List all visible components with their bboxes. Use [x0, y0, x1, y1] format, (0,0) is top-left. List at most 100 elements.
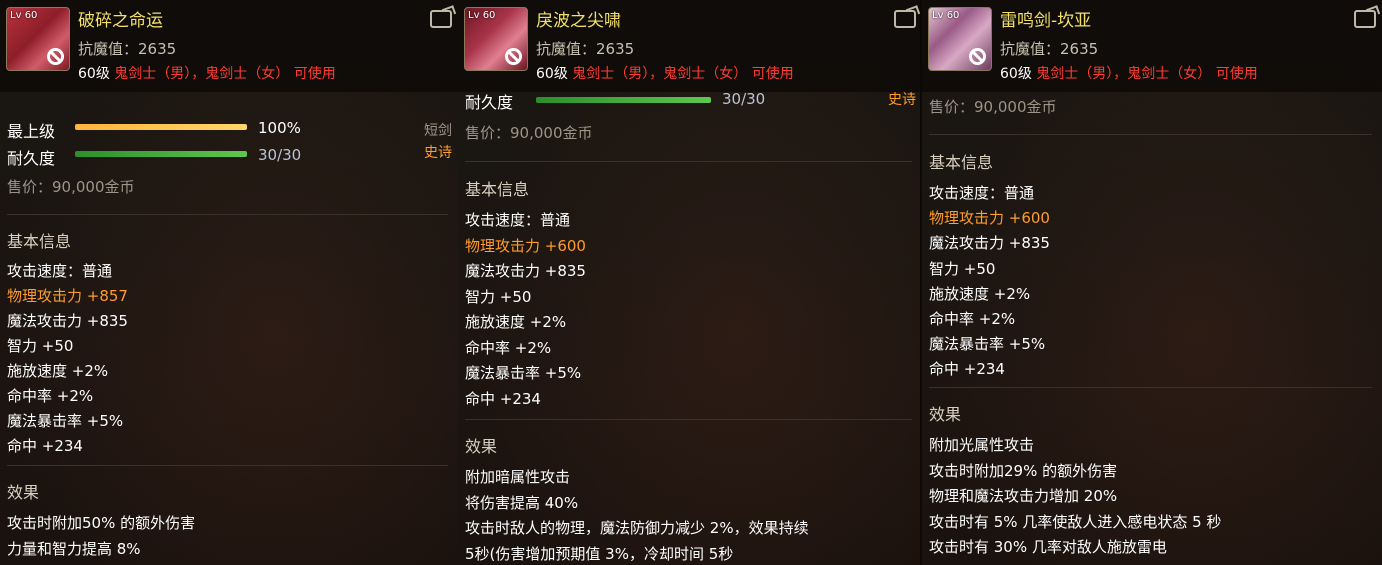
- level-prefix: Lv: [932, 10, 944, 21]
- prohibited-icon: [505, 48, 522, 65]
- basic-info-title: 基本信息: [7, 232, 72, 251]
- item-tooltip-panel-2: Lv 60 戾波之尖啸 抗魔值：2635 60级 鬼剑士（男），鬼剑士（女） 可…: [458, 0, 922, 565]
- effect-line: 攻击时敌人的物理，魔法防御力减少 2%，效果持续: [465, 519, 809, 537]
- weapon-type: 短剑: [424, 123, 452, 139]
- item-tooltip-panel-3: Lv 60 雷鸣剑-坎亚 抗魔值：2635 60级 鬼剑士（男），鬼剑士（女） …: [922, 0, 1382, 565]
- rarity-label: 史诗: [888, 92, 916, 108]
- share-icon[interactable]: [430, 10, 452, 28]
- stat-line: 攻击速度：普通: [465, 211, 571, 229]
- item-title: 戾波之尖啸: [536, 11, 621, 31]
- anti-magic-value: 抗魔值：2635: [536, 40, 635, 58]
- item-tooltip-comparison: Lv 60 破碎之命运 抗魔值：2635 60级 鬼剑士（男），鬼剑士（女） 可…: [0, 0, 1382, 565]
- basic-info-title: 基本信息: [465, 180, 530, 199]
- level-tag: Lv 60: [932, 10, 959, 21]
- stat-line: 魔法暴击率 +5%: [929, 335, 1046, 354]
- stat-line: 命中率 +2%: [465, 338, 552, 357]
- anti-magic-value: 抗魔值：2635: [78, 40, 177, 58]
- required-level: 60级: [78, 66, 110, 82]
- durability-label: 耐久度: [465, 93, 514, 112]
- divider: [465, 419, 912, 420]
- weapon-icon[interactable]: Lv 60: [928, 7, 992, 71]
- item-body: 最上级 100% 短剑 耐久度 30/30 史诗 售价：90,000金币 基本信…: [0, 92, 458, 565]
- durability-bar: [75, 151, 247, 157]
- usage-requirement: 60级 鬼剑士（男），鬼剑士（女） 可使用: [536, 63, 794, 83]
- effect-line: 附加暗属性攻击: [465, 468, 571, 486]
- stat-line: 智力 +50: [7, 337, 74, 355]
- level-tag: Lv 60: [10, 10, 37, 21]
- item-title: 雷鸣剑-坎亚: [1000, 11, 1092, 31]
- item-body: 耐久度 30/30 史诗 售价：90,000金币 基本信息 攻击速度：普通 物理攻…: [458, 90, 922, 565]
- divider: [7, 214, 448, 215]
- item-header: Lv 60 雷鸣剑-坎亚 抗魔值：2635 60级 鬼剑士（男），鬼剑士（女） …: [922, 0, 1382, 92]
- weapon-icon[interactable]: Lv 60: [464, 7, 528, 71]
- stat-line: 施放速度 +2%: [7, 362, 109, 380]
- stat-line: 命中 +234: [465, 389, 541, 408]
- level-value: 60: [482, 10, 496, 21]
- level-value: 60: [24, 10, 38, 21]
- grade-label: 最上级: [7, 122, 56, 141]
- item-title: 破碎之命运: [78, 11, 163, 31]
- effect-line: 5秒(伤害增加预期值 3%，冷却时间 5秒: [465, 544, 734, 563]
- sell-price: 售价：90,000金币: [465, 124, 593, 142]
- prohibited-icon: [47, 48, 64, 65]
- effect-title: 效果: [465, 437, 498, 456]
- usage-requirement: 60级 鬼剑士（男），鬼剑士（女） 可使用: [1000, 63, 1258, 83]
- stat-line: 魔法攻击力 +835: [929, 234, 1050, 253]
- effect-line: 将伤害提高 40%: [465, 493, 579, 512]
- item-body: 售价：90,000金币 基本信息 攻击速度：普通 物理攻击力 +600 魔法攻击力 …: [922, 92, 1382, 565]
- prohibited-icon: [969, 48, 986, 65]
- basic-info-title: 基本信息: [929, 153, 994, 172]
- stat-line: 物理攻击力 +600: [929, 209, 1050, 228]
- durability-bar: [536, 97, 711, 103]
- divider: [7, 465, 448, 466]
- usage-requirement: 60级 鬼剑士（男），鬼剑士（女） 可使用: [78, 63, 336, 83]
- effect-line: 攻击时有 5% 几率使敌人进入感电状态 5 秒: [929, 512, 1222, 531]
- item-header: Lv 60 破碎之命运 抗魔值：2635 60级 鬼剑士（男），鬼剑士（女） 可…: [0, 0, 458, 92]
- grade-bar: [75, 124, 247, 130]
- stat-line: 施放速度 +2%: [929, 284, 1031, 303]
- usable-label: 可使用: [751, 66, 794, 82]
- required-classes: 鬼剑士（男），鬼剑士（女）: [572, 66, 748, 82]
- effect-line: 攻击时有 30% 几率对敌人施放雷电: [929, 538, 1167, 556]
- level-prefix: Lv: [10, 10, 22, 21]
- stat-line: 命中 +234: [929, 360, 1005, 379]
- grade-value: 100%: [258, 119, 301, 137]
- stat-line: 魔法攻击力 +835: [7, 312, 128, 330]
- level-value: 60: [946, 10, 960, 21]
- required-classes: 鬼剑士（男），鬼剑士（女）: [114, 66, 290, 82]
- durability-value: 30/30: [722, 90, 766, 108]
- durability-value: 30/30: [258, 146, 302, 164]
- share-icon[interactable]: [894, 10, 916, 28]
- effect-line: 附加光属性攻击: [929, 436, 1035, 454]
- effect-line: 攻击时附加29% 的额外伤害: [929, 461, 1118, 480]
- stat-line: 命中率 +2%: [929, 310, 1016, 328]
- stat-line: 攻击速度：普通: [929, 184, 1035, 202]
- stat-line: 命中 +234: [7, 437, 83, 455]
- required-level: 60级: [536, 66, 568, 82]
- level-prefix: Lv: [468, 10, 480, 21]
- usable-label: 可使用: [1215, 66, 1258, 82]
- required-level: 60级: [1000, 66, 1032, 82]
- stat-line: 智力 +50: [929, 259, 996, 278]
- level-tag: Lv 60: [468, 10, 495, 21]
- stat-line: 施放速度 +2%: [465, 313, 567, 331]
- stat-line: 魔法攻击力 +835: [465, 262, 586, 280]
- share-icon[interactable]: [1354, 10, 1376, 28]
- sell-price: 售价：90,000金币: [929, 98, 1057, 116]
- item-tooltip-panel-1: Lv 60 破碎之命运 抗魔值：2635 60级 鬼剑士（男），鬼剑士（女） 可…: [0, 0, 458, 565]
- anti-magic-value: 抗魔值：2635: [1000, 40, 1099, 58]
- effect-line: 攻击时附加50% 的额外伤害: [7, 514, 196, 532]
- stat-line: 魔法暴击率 +5%: [7, 412, 124, 430]
- item-header: Lv 60 戾波之尖啸 抗魔值：2635 60级 鬼剑士（男），鬼剑士（女） 可…: [458, 0, 922, 92]
- stat-line: 智力 +50: [465, 287, 532, 306]
- effect-title: 效果: [7, 483, 40, 502]
- stat-line: 命中率 +2%: [7, 387, 94, 405]
- stat-line: 攻击速度：普通: [7, 262, 113, 280]
- usable-label: 可使用: [293, 66, 336, 82]
- stat-line: 魔法暴击率 +5%: [465, 364, 582, 382]
- stat-line: 物理攻击力 +857: [7, 287, 128, 305]
- required-classes: 鬼剑士（男），鬼剑士（女）: [1036, 66, 1212, 82]
- sell-price: 售价：90,000金币: [7, 178, 135, 196]
- weapon-icon[interactable]: Lv 60: [6, 7, 70, 71]
- divider: [929, 387, 1372, 388]
